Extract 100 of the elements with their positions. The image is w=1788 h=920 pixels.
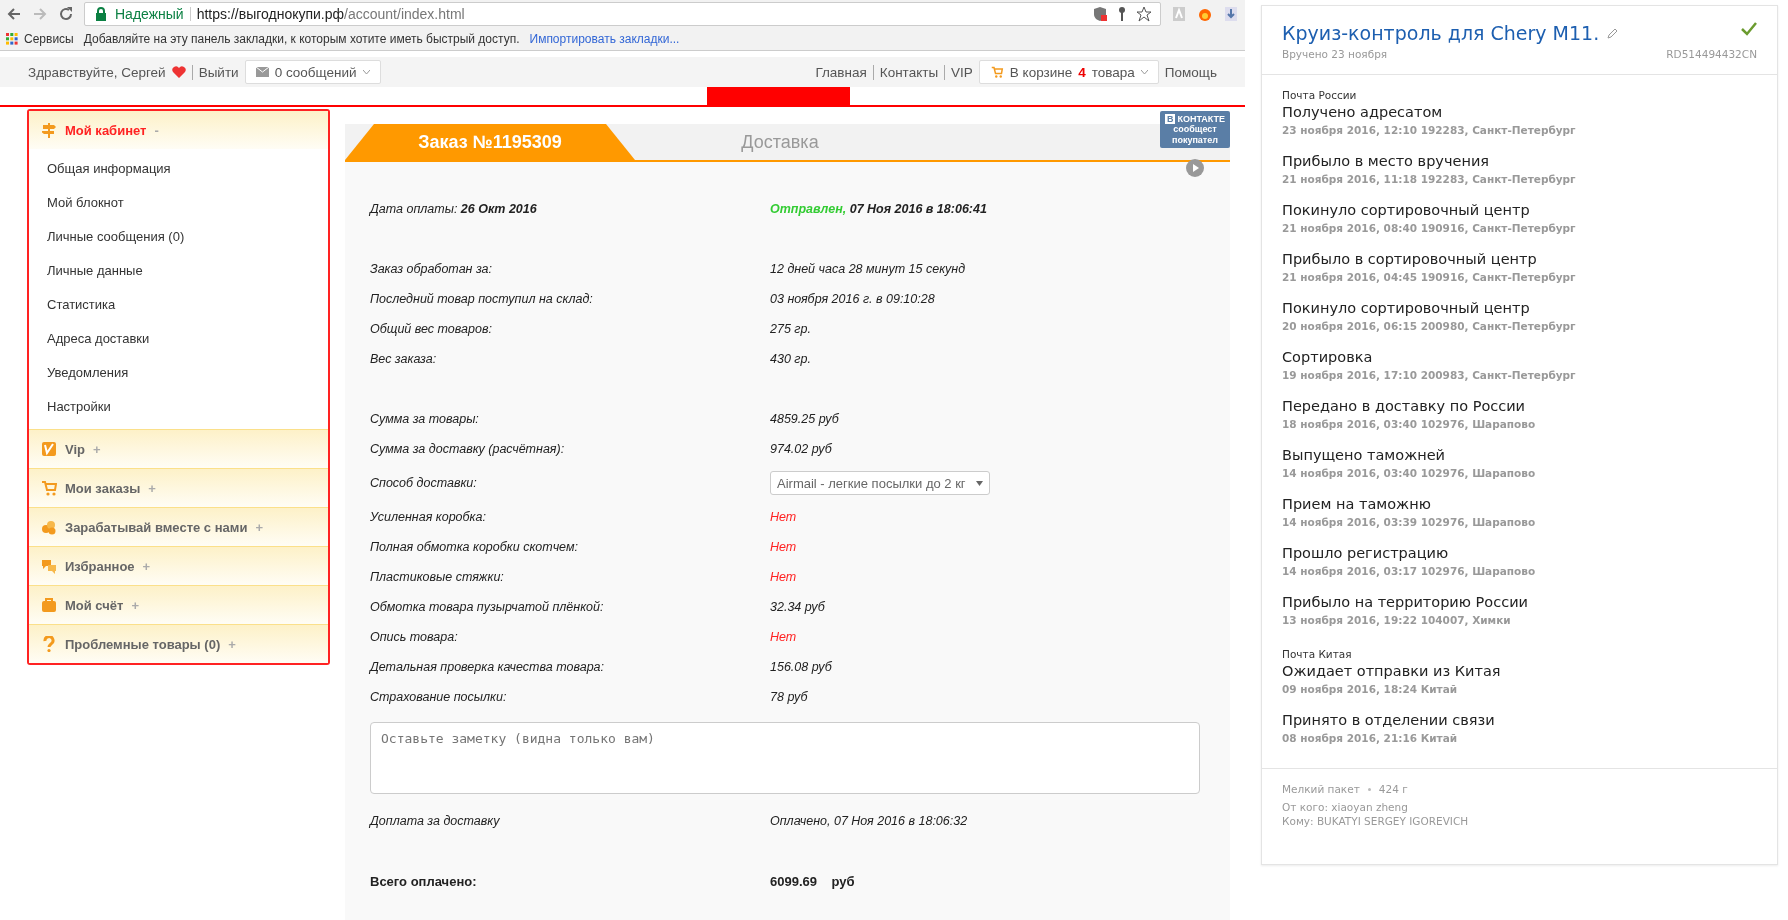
star-icon[interactable] [1136, 6, 1152, 22]
signpost-icon [41, 122, 57, 138]
event-status: Прибыло в место вручения [1282, 153, 1491, 169]
field-value: 430 гр. [770, 352, 812, 366]
field-value: 78 руб [770, 690, 809, 704]
sidebar-section[interactable]: Vip + [29, 429, 328, 468]
import-bookmarks-link[interactable]: Импортировать закладки... [529, 32, 680, 46]
download-icon[interactable] [1223, 6, 1239, 22]
greeting-text: Здравствуйте, Сергей [28, 64, 166, 80]
sidebar-section[interactable]: Мои заказы + [29, 468, 328, 507]
shield-icon[interactable] [1092, 6, 1108, 22]
sidebar-item[interactable]: Адреса доставки [29, 321, 328, 355]
reload-icon[interactable] [58, 6, 74, 22]
event-status: Прием на таможню [1282, 496, 1432, 512]
logout-link[interactable]: Выйти [191, 64, 239, 80]
header-link[interactable]: VIP [944, 64, 973, 80]
event-detail: 21 ноября 2016, 11:18 192283, Санкт-Петербург [1282, 173, 1577, 185]
chat-icon [41, 558, 57, 574]
field-label: Обмотка товара пузырчатой плёнкой: [370, 600, 605, 614]
vk-ribbon[interactable]: В КОНТАКТЕ сообщест покупател [1160, 111, 1230, 149]
field-label: Вес заказа: [370, 352, 438, 366]
carrier-name: Почта России [1282, 89, 1358, 101]
total-amount: 6099.69 руб [770, 873, 856, 889]
sidebar-section[interactable]: Избранное + [29, 546, 328, 585]
lock-icon [93, 6, 109, 22]
vip-icon [41, 441, 57, 457]
field-label: Сумма за товары: [370, 412, 480, 426]
field-value: Нет [770, 540, 798, 554]
sidebar-section[interactable]: Зарабатывай вместе с нами + [29, 507, 328, 546]
track-number: RD514494432CN [1666, 48, 1757, 60]
event-detail: 14 ноября 2016, 03:40 102976, Шарапово [1282, 467, 1537, 479]
event-status: Выпущено таможней [1282, 447, 1447, 463]
event-detail: 14 ноября 2016, 03:17 102976, Шарапово [1282, 565, 1537, 577]
sidebar-item[interactable]: Настройки [29, 389, 328, 423]
event-status: Сортировка [1282, 349, 1374, 365]
field-label: Детальная проверка качества товара: [370, 660, 605, 674]
bookmarks-hint: Добавляйте на эту панель закладки, к которым хотите иметь быстрый доступ. [83, 32, 520, 46]
field-value: Нет [770, 510, 798, 524]
sidebar-item[interactable]: Личные данные [29, 253, 328, 287]
note-field[interactable]: Оставьте заметку (видна только вам) [370, 722, 1200, 794]
field-label: Последний товар поступил на склад: [370, 292, 594, 306]
field-value: 275 гр. [770, 322, 812, 336]
event-status: Передано в доставку по России [1282, 398, 1527, 414]
help-link[interactable]: Помощь [1164, 64, 1217, 80]
field-label: Полная обмотка коробки скотчем: [370, 540, 579, 554]
back-icon[interactable] [6, 6, 22, 22]
field-value: Оплачено, 07 Ноя 2016 в 18:06:32 [770, 814, 969, 828]
pencil-icon[interactable] [1607, 27, 1620, 39]
field-label: Сумма за доставку (расчётная): [370, 442, 566, 456]
header-link[interactable]: Контакты [872, 64, 939, 80]
briefcase-icon [41, 597, 57, 613]
coins-icon [41, 519, 57, 535]
field-label: Способ доставки: [370, 476, 478, 490]
event-status: Принято в отделении связи [1282, 712, 1496, 728]
carrier-name: Почта Китая [1282, 648, 1353, 660]
fire-icon[interactable] [1197, 6, 1213, 22]
field-label: Пластиковые стяжки: [370, 570, 505, 584]
field-value: 12 дней часа 28 минут 15 секунд [770, 262, 967, 276]
package-weight: 424 г [1378, 783, 1408, 795]
cart-button[interactable]: В корзине 4 товара [978, 60, 1159, 84]
event-detail: 21 ноября 2016, 04:45 190916, Санкт-Петербург [1282, 271, 1577, 283]
event-detail: 09 ноября 2016, 18:24 Китай [1282, 683, 1459, 695]
field-label: Общий вес товаров: [370, 322, 493, 336]
messages-button[interactable]: 0 сообщений [244, 60, 381, 84]
event-status: Ожидает отправки из Китая [1282, 663, 1502, 679]
address-bar[interactable]: Надежный https://выгоднокупи.рф/account/index.html [84, 2, 1161, 26]
sidebar-item[interactable]: Общая информация [29, 151, 328, 185]
sidebar-item[interactable]: Мой блокнот [29, 185, 328, 219]
sidebar-section[interactable]: Мой кабинет - [29, 111, 328, 149]
field-label: Доплата за доставку [370, 814, 501, 828]
total-label: Всего оплачено: [370, 873, 478, 889]
event-status: Прошло регистрацию [1282, 545, 1450, 561]
delivery-method-select[interactable]: Airmail - легкие посылки до 2 кг [770, 471, 990, 495]
sender-text: От кого: xiaoyan zheng [1282, 801, 1409, 813]
sidebar-item[interactable]: Личные сообщения (0) [29, 219, 328, 253]
order-status: Отправлен, 07 Ноя 2016 в 18:06:41 [770, 202, 988, 216]
event-status: Прибыло в сортировочный центр [1282, 251, 1538, 267]
field-value: 156.08 руб [770, 660, 833, 674]
caret-icon [975, 480, 983, 486]
header-link[interactable]: Главная [815, 64, 867, 80]
event-detail: 19 ноября 2016, 17:10 200983, Санкт-Петербург [1282, 369, 1577, 381]
apps-shortcut[interactable]: Сервисы [6, 32, 74, 46]
play-icon[interactable] [1186, 159, 1204, 177]
event-detail: 08 ноября 2016, 21:16 Китай [1282, 732, 1459, 744]
field-value: 974.02 руб [770, 442, 833, 456]
caret-icon [362, 69, 370, 75]
event-detail: 18 ноября 2016, 03:40 102976, Шарапово [1282, 418, 1537, 430]
cart-icon [41, 480, 57, 496]
sidebar-item[interactable]: Статистика [29, 287, 328, 321]
payment-date: Дата оплаты: 26 Окт 2016 [370, 202, 538, 216]
secure-label: Надежный [115, 6, 184, 22]
apps-grid-icon [6, 33, 18, 45]
url-text: https://выгоднокупи.рф/account/index.html [196, 6, 465, 22]
field-value: Нет [770, 630, 798, 644]
event-detail: 13 ноября 2016, 19:22 104007, Химки [1282, 614, 1512, 626]
field-value: 32.34 руб [770, 600, 826, 614]
cart-icon [989, 66, 1004, 78]
sidebar-section[interactable]: Мой счёт + [29, 585, 328, 624]
sidebar-section[interactable]: Проблемные товары (0) + [29, 624, 328, 663]
sidebar-item[interactable]: Уведомления [29, 355, 328, 389]
